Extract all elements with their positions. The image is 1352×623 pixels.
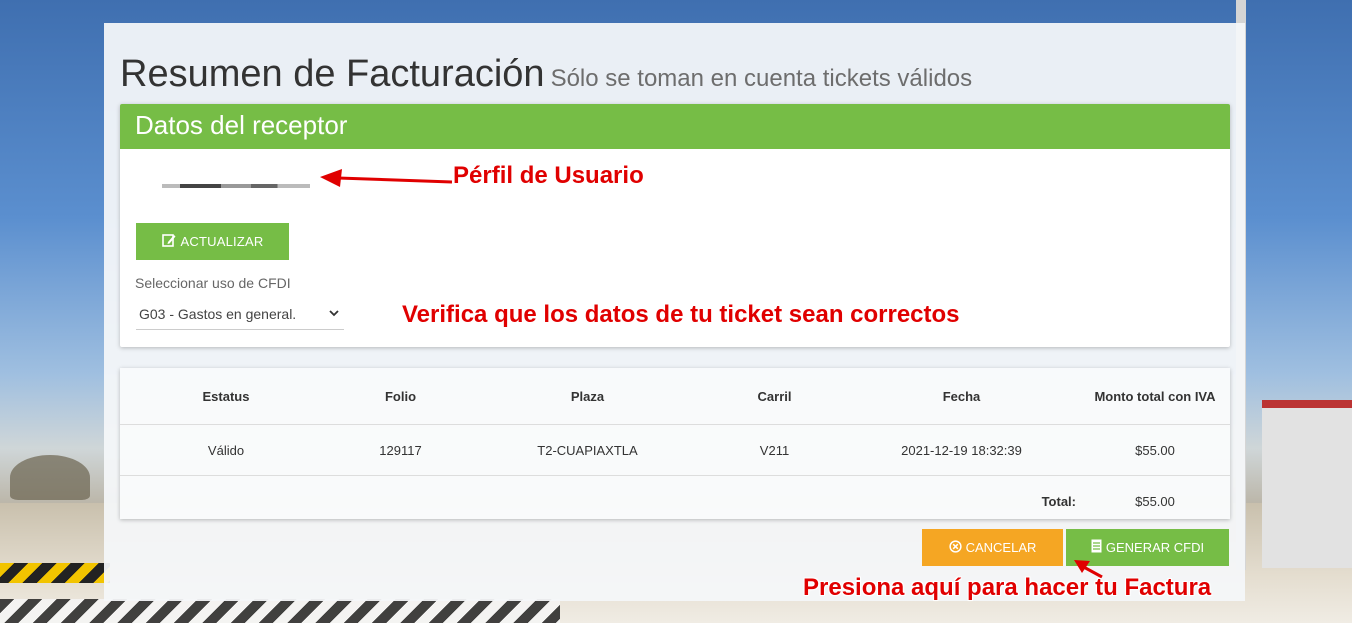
arrow-to-profile: [320, 169, 453, 187]
annotation-verify: Verifica que los datos de tu ticket sean…: [402, 301, 960, 328]
annotation-profile: Pérfil de Usuario: [453, 162, 644, 189]
annotation-press: Presiona aquí para hacer tu Factura: [803, 574, 1212, 601]
